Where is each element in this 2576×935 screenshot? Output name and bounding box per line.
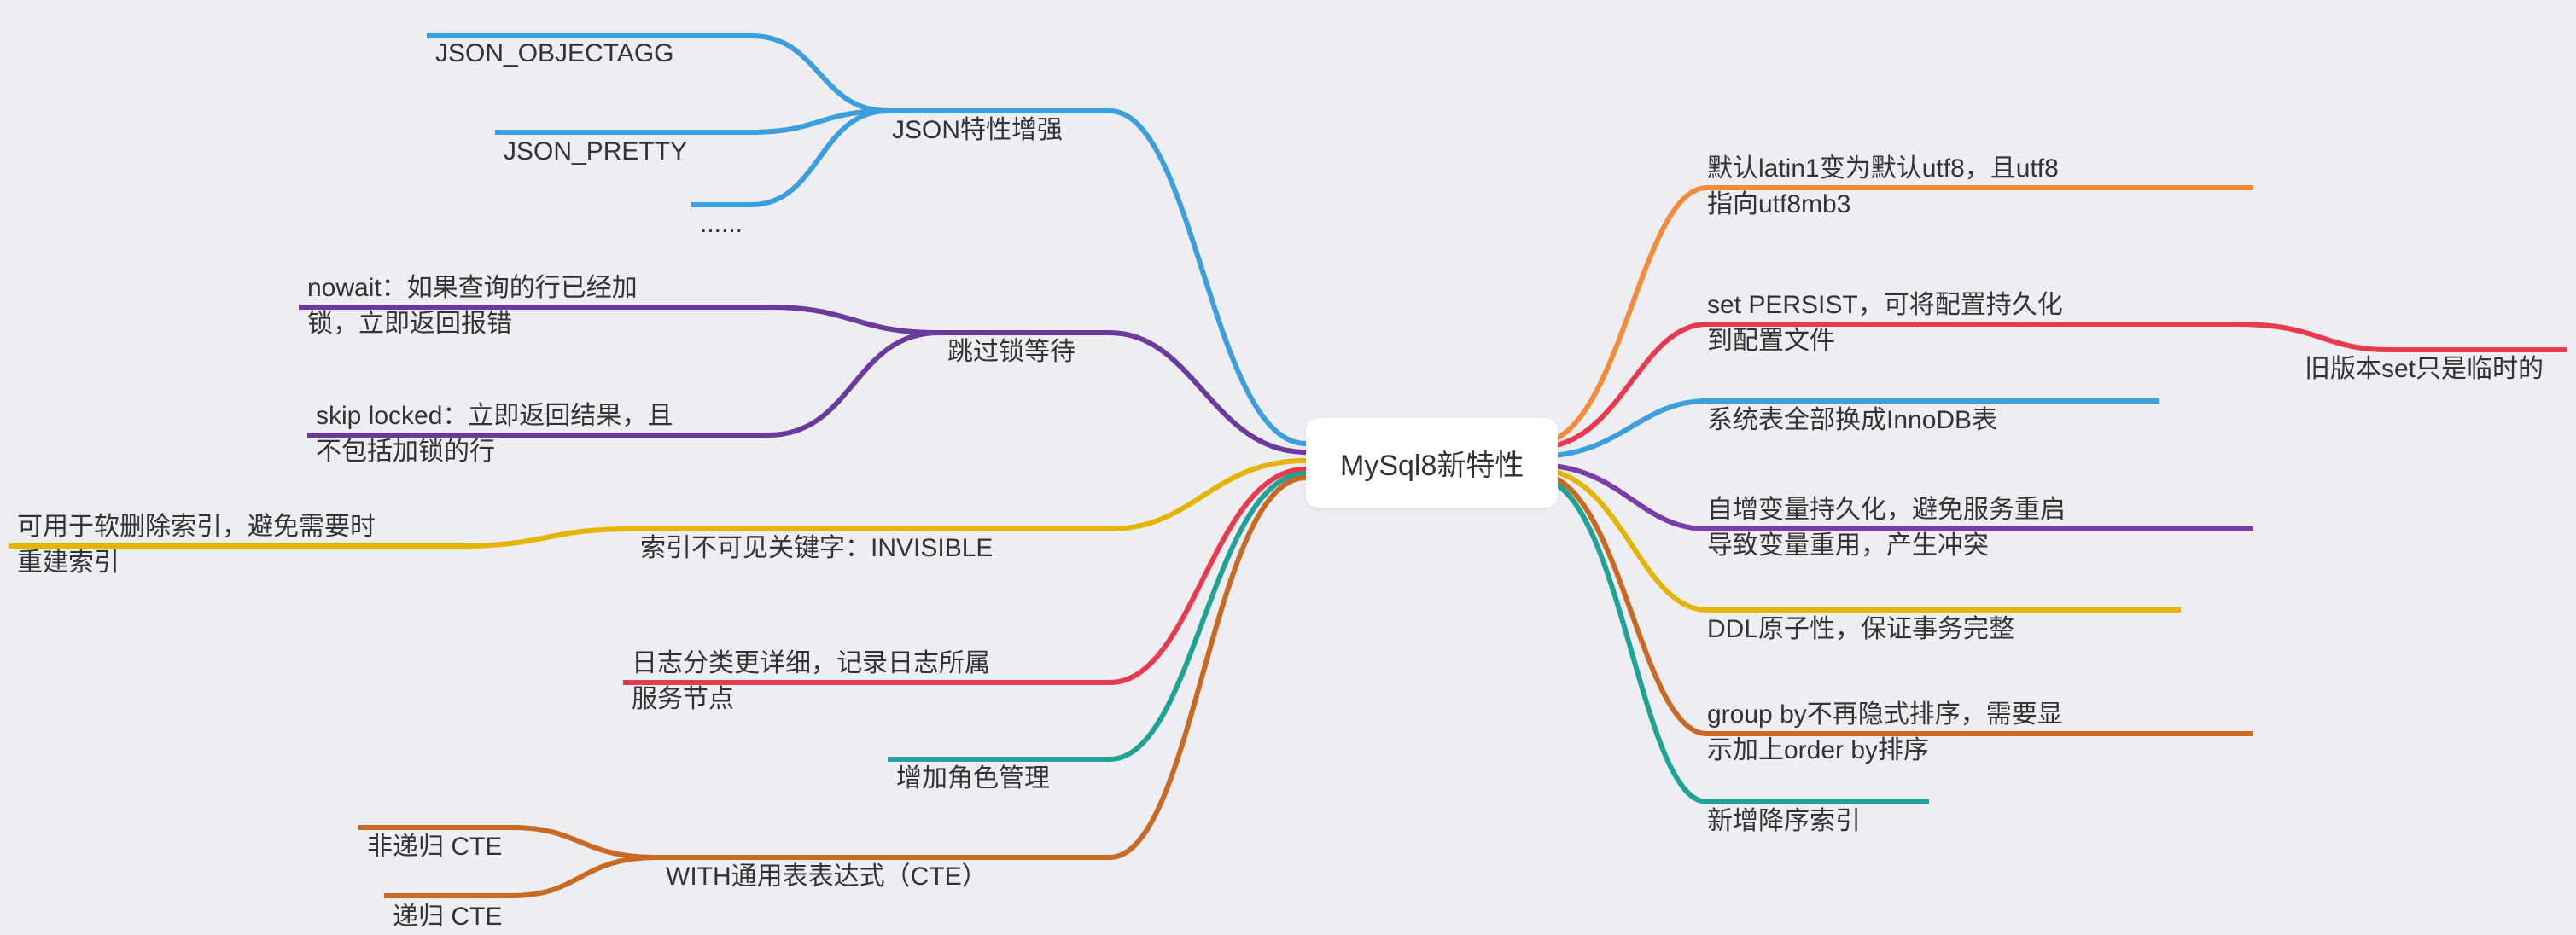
- left-lockwait-child-1[interactable]: skip locked：立即返回结果，且 不包括加锁的行: [316, 363, 673, 470]
- left-branch-lockwait[interactable]: 跳过锁等待: [947, 299, 1075, 370]
- branch-label: 默认latin1变为默认utf8，且utf8 指向utf8mb3: [1707, 154, 2059, 218]
- child-label: nowait：如果查询的行已经加 锁，立即返回报错: [307, 274, 638, 338]
- left-json-child-1[interactable]: JSON_PRETTY: [504, 98, 687, 170]
- child-label: 旧版本set只是临时的: [2305, 355, 2544, 383]
- left-json-child-2[interactable]: ......: [700, 171, 743, 242]
- branch-label: JSON特性增强: [892, 116, 1063, 144]
- child-label: JSON_PRETTY: [504, 137, 687, 166]
- branch-label: 索引不可见关键字：INVISIBLE: [640, 534, 993, 562]
- branch-label: set PERSIST，可将配置持久化 到配置文件: [1707, 291, 2063, 355]
- child-label: 非递归 CTE: [367, 833, 502, 861]
- child-label: 可用于软删除索引，避免需要时 重建索引: [17, 513, 376, 577]
- right-branch-persist[interactable]: set PERSIST，可将配置持久化 到配置文件: [1707, 252, 2063, 359]
- branch-label: 跳过锁等待: [947, 338, 1075, 366]
- left-json-child-0[interactable]: JSON_OBJECTAGG: [435, 0, 674, 72]
- right-persist-child-0[interactable]: 旧版本set只是临时的: [2305, 316, 2544, 387]
- branch-label: 日志分类更详细，记录日志所属 服务节点: [632, 649, 990, 713]
- branch-label: DDL原子性，保证事务完整: [1707, 615, 2014, 643]
- right-branch-innodb[interactable]: 系统表全部换成InnoDB表: [1707, 367, 1997, 438]
- center-label: MySql8新特性: [1340, 450, 1524, 482]
- left-branch-log[interactable]: 日志分类更详细，记录日志所属 服务节点: [632, 610, 990, 717]
- left-cte-child-0[interactable]: 非递归 CTE: [367, 793, 502, 865]
- left-branch-json[interactable]: JSON特性增强: [892, 77, 1063, 148]
- left-lockwait-child-0[interactable]: nowait：如果查询的行已经加 锁，立即返回报错: [307, 235, 638, 342]
- right-branch-utf8[interactable]: 默认latin1变为默认utf8，且utf8 指向utf8mb3: [1707, 115, 2059, 223]
- branch-label: 自增变量持久化，避免服务重启 导致变量重用，产生冲突: [1707, 496, 2066, 560]
- right-branch-autoinc[interactable]: 自增变量持久化，避免服务重启 导致变量重用，产生冲突: [1707, 456, 2066, 564]
- center-node[interactable]: MySql8新特性: [1306, 418, 1558, 508]
- branch-label: 系统表全部换成InnoDB表: [1707, 406, 1997, 434]
- right-branch-descindex[interactable]: 新增降序索引: [1707, 768, 1861, 839]
- left-branch-invisible[interactable]: 索引不可见关键字：INVISIBLE: [640, 495, 993, 566]
- branch-label: WITH通用表表达式（CTE）: [666, 862, 988, 891]
- left-cte-child-1[interactable]: 递归 CTE: [393, 863, 502, 935]
- right-branch-groupby[interactable]: group by不再隐式排序，需要显 示加上order by排序: [1707, 661, 2063, 769]
- child-label: skip locked：立即返回结果，且 不包括加锁的行: [316, 402, 673, 466]
- left-branch-cte[interactable]: WITH通用表表达式（CTE）: [666, 823, 988, 895]
- branch-label: 新增降序索引: [1707, 807, 1861, 835]
- branch-label: 增加角色管理: [896, 764, 1050, 793]
- left-branch-role[interactable]: 增加角色管理: [896, 725, 1050, 797]
- child-label: ......: [700, 210, 743, 238]
- left-invisible-child-0[interactable]: 可用于软删除索引，避免需要时 重建索引: [17, 473, 376, 581]
- branch-label: group by不再隐式排序，需要显 示加上order by排序: [1707, 700, 2063, 764]
- child-label: JSON_OBJECTAGG: [435, 39, 674, 67]
- right-branch-ddl[interactable]: DDL原子性，保证事务完整: [1707, 576, 2014, 648]
- child-label: 递归 CTE: [393, 903, 502, 931]
